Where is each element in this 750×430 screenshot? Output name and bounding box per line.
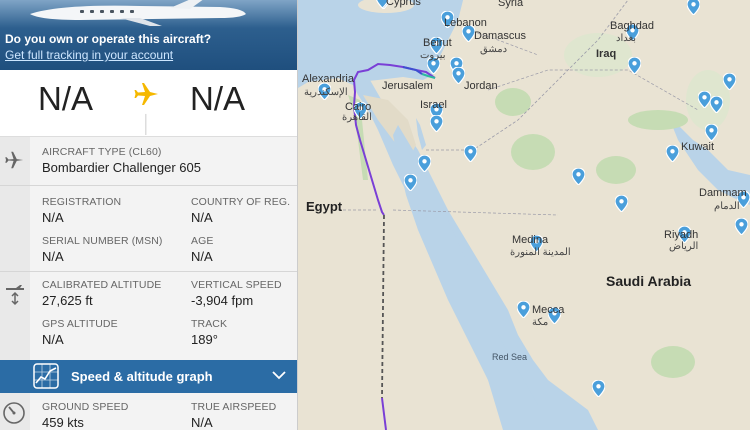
true-airspeed-label: TRUE AIRSPEED (191, 401, 277, 413)
origin-airport-code: N/A (38, 80, 94, 117)
aircraft-type-field: AIRCRAFT TYPE (CL60) Bombardier Challeng… (42, 146, 201, 176)
altitude-icon (6, 285, 24, 306)
label-lebanon: Lebanon (444, 17, 487, 29)
serial-value: N/A (42, 249, 64, 264)
calibrated-altitude-field: CALIBRATED ALTITUDE 27,625 ft (42, 279, 161, 309)
aircraft-type-icon (5, 151, 24, 169)
map-pin-icon[interactable] (464, 145, 477, 162)
label-alexandria-ar: الإسكندرية (304, 87, 348, 98)
map-pin-icon[interactable] (517, 301, 530, 318)
label-egypt: Egypt (306, 199, 343, 214)
country-field: COUNTRY OF REG. N/A (191, 196, 290, 226)
serial-field: SERIAL NUMBER (MSN) N/A (42, 235, 163, 265)
ground-speed-label: GROUND SPEED (42, 401, 129, 413)
label-jordan: Jordan (464, 80, 498, 92)
country-value: N/A (191, 210, 213, 225)
destination-airport-code: N/A (190, 80, 246, 117)
label-iraq: Iraq (596, 48, 617, 60)
map-pin-icon[interactable] (666, 145, 679, 162)
label-mecca-ar: مكة (532, 317, 549, 328)
label-syria: Syria (498, 0, 524, 9)
speed-altitude-graph-toggle[interactable]: Speed & altitude graph (0, 360, 297, 393)
label-baghdad-ar: بغداد (616, 33, 637, 44)
calibrated-altitude-value: 27,625 ft (42, 293, 93, 308)
aircraft-image-icon (30, 0, 246, 26)
label-baghdad: Baghdad (610, 20, 655, 32)
country-label: COUNTRY OF REG. (191, 196, 291, 208)
ground-speed-value: 459 kts (42, 415, 84, 430)
track-value: 189° (191, 332, 218, 347)
flight-map[interactable]: Cyprus Syria Lebanon Beirut بيروت Damasc… (298, 0, 750, 430)
age-field: AGE N/A (191, 235, 213, 265)
gps-altitude-value: N/A (42, 332, 64, 347)
chevron-down-icon (272, 371, 286, 380)
track-field: TRACK 189° (191, 318, 227, 348)
track-label: TRACK (191, 318, 228, 330)
label-kuwait: Kuwait (681, 141, 715, 153)
vertical-speed-label: VERTICAL SPEED (191, 279, 282, 291)
label-medina-ar: المدينة المنورة (510, 247, 571, 258)
aircraft-type-code: (CL60) (128, 146, 162, 158)
label-riyadh-ar: الرياض (669, 241, 699, 252)
aircraft-promo-banner[interactable]: Do you own or operate this aircraft? Get… (0, 0, 297, 70)
ground-speed-field: GROUND SPEED 459 kts (42, 401, 128, 430)
label-mecca: Mecca (532, 304, 565, 316)
label-damascus-ar: دمشق (480, 44, 508, 55)
promo-tracking-link[interactable]: Get full tracking in your account (5, 48, 173, 62)
aircraft-type-label: AIRCRAFT TYPE (42, 146, 126, 158)
map-pin-icon[interactable] (572, 168, 585, 185)
registration-label: REGISTRATION (42, 196, 122, 208)
vertical-speed-field: VERTICAL SPEED -3,904 fpm (191, 279, 282, 309)
map-pin-icon[interactable] (735, 218, 748, 235)
gps-altitude-label: GPS ALTITUDE (42, 318, 118, 330)
speedometer-icon (3, 402, 25, 424)
registration-field: REGISTRATION N/A (42, 196, 121, 226)
label-jerusalem: Jerusalem (382, 80, 433, 92)
serial-label: SERIAL NUMBER (MSN) (42, 235, 163, 247)
true-airspeed-value: N/A (191, 415, 213, 430)
age-value: N/A (191, 249, 213, 264)
map-pin-icon[interactable] (687, 0, 700, 15)
label-alexandria: Alexandria (302, 73, 354, 85)
label-dammam: Dammam (699, 187, 747, 199)
map-pin-icon[interactable] (710, 96, 723, 113)
label-beirut-ar: بيروت (420, 50, 446, 61)
gps-altitude-field: GPS ALTITUDE N/A (42, 318, 118, 348)
map-pin-icon[interactable] (418, 155, 431, 172)
map-pin-icon[interactable] (430, 115, 443, 132)
label-damascus: Damascus (474, 30, 526, 42)
label-medina: Medina (512, 234, 549, 246)
flight-info-panel: Do you own or operate this aircraft? Get… (0, 0, 298, 430)
label-beirut: Beirut (423, 37, 452, 49)
label-cairo-ar: القاهرة (342, 112, 372, 123)
route-plane-icon (126, 74, 166, 135)
map-pin-icon[interactable] (723, 73, 736, 90)
map-pin-icon[interactable] (705, 124, 718, 141)
map-pin-icon[interactable] (615, 195, 628, 212)
map-pin-icon[interactable] (404, 174, 417, 191)
route-header: N/A N/A (0, 70, 297, 137)
promo-question: Do you own or operate this aircraft? (5, 32, 212, 46)
label-cyprus: Cyprus (386, 0, 421, 8)
map-pin-icon[interactable] (592, 380, 605, 397)
graph-label: Speed & altitude graph (71, 369, 213, 384)
true-airspeed-field: TRUE AIRSPEED N/A (191, 401, 276, 430)
label-dammam-ar: الدمام (714, 201, 740, 212)
aircraft-type-value: Bombardier Challenger 605 (42, 160, 201, 175)
map-canvas (298, 0, 750, 430)
calibrated-altitude-label: CALIBRATED ALTITUDE (42, 279, 162, 291)
map-pin-icon[interactable] (628, 57, 641, 74)
label-red-sea: Red Sea (492, 352, 528, 362)
label-saudi-arabia: Saudi Arabia (606, 273, 692, 289)
age-label: AGE (191, 235, 214, 247)
label-riyadh: Riyadh (664, 229, 699, 241)
vertical-speed-value: -3,904 fpm (191, 293, 254, 308)
label-israel: Israel (420, 99, 447, 111)
registration-value: N/A (42, 210, 64, 225)
graph-icon (33, 363, 59, 389)
